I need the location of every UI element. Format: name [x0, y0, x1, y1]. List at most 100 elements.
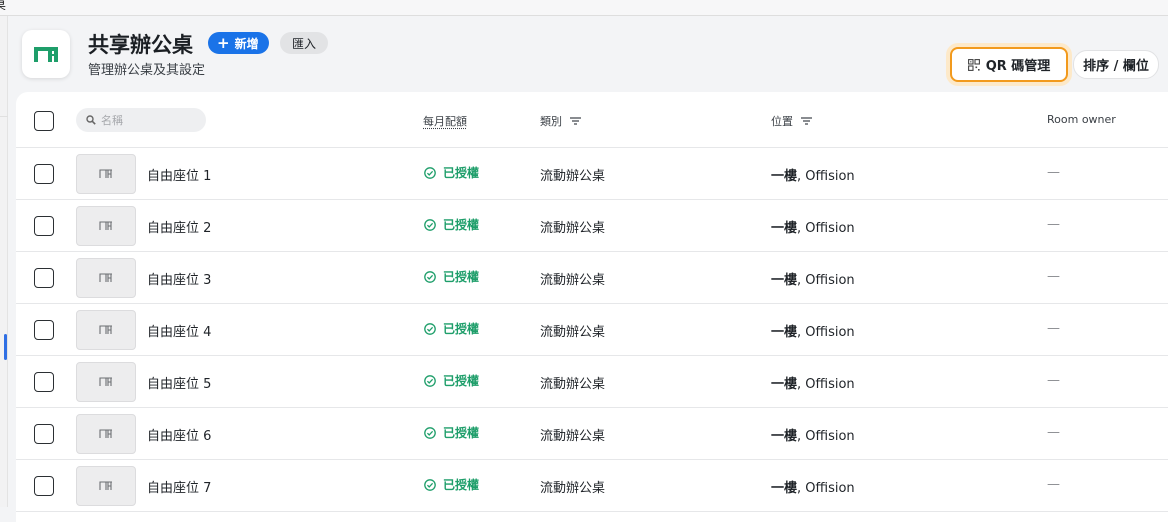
- desk-building: , Offision: [797, 169, 855, 184]
- desk-floor: 一樓: [771, 377, 798, 392]
- row-checkbox[interactable]: [34, 424, 54, 444]
- import-button[interactable]: 匯入: [280, 32, 329, 54]
- desk-thumbnail: [76, 154, 136, 194]
- check-circle-icon: [424, 426, 436, 439]
- table-row[interactable]: 自由座位 2 已授權 流動辦公桌 一樓, Offision —: [16, 200, 1168, 252]
- sidebar-divider: [0, 116, 8, 117]
- sort-columns-button-label: 排序 / 欄位: [1083, 59, 1149, 74]
- select-all-checkbox[interactable]: [34, 111, 54, 131]
- column-header-location[interactable]: 位置: [771, 113, 812, 129]
- room-owner: —: [1047, 217, 1060, 232]
- desk-floor: 一樓: [771, 481, 798, 496]
- top-bar: 桌: [0, 0, 1168, 16]
- qr-management-button-label: QR 碼管理: [985, 59, 1051, 74]
- status-badge: 已授權: [424, 320, 479, 337]
- desk-location: 一樓, Offision: [771, 373, 855, 392]
- row-checkbox[interactable]: [34, 372, 54, 392]
- desk-icon: [99, 273, 112, 282]
- desk-category: 流動辦公桌: [540, 377, 606, 392]
- desk-thumbnail: [76, 310, 136, 350]
- desk-thumbnail: [76, 466, 136, 506]
- table-row[interactable]: 自由座位 7 已授權 流動辦公桌 一樓, Offision —: [16, 460, 1168, 512]
- desk-name[interactable]: 自由座位 2: [147, 217, 211, 236]
- row-checkbox[interactable]: [34, 216, 54, 236]
- table-row[interactable]: 自由座位 4 已授權 流動辦公桌 一樓, Offision —: [16, 304, 1168, 356]
- room-owner: —: [1047, 269, 1060, 284]
- desk-floor: 一樓: [771, 429, 798, 444]
- status-label: 已授權: [443, 426, 480, 440]
- import-button-label: 匯入: [292, 36, 317, 51]
- status-badge: 已授權: [424, 372, 479, 389]
- desk-floor: 一樓: [771, 169, 798, 184]
- desk-thumbnail: [76, 258, 136, 298]
- desk-name[interactable]: 自由座位 7: [147, 477, 211, 496]
- room-owner: —: [1047, 373, 1060, 388]
- desk-building: , Offision: [797, 377, 855, 392]
- desk-building: , Offision: [797, 273, 855, 288]
- desk-name[interactable]: 自由座位 1: [147, 165, 211, 184]
- table-row[interactable]: 自由座位 5 已授權 流動辦公桌 一樓, Offision —: [16, 356, 1168, 408]
- desk-icon: [99, 169, 112, 178]
- row-checkbox[interactable]: [34, 268, 54, 288]
- desk-thumbnail: [76, 414, 136, 454]
- desk-icon: [99, 325, 112, 334]
- desk-building: , Offision: [797, 429, 855, 444]
- search-input[interactable]: [101, 113, 196, 127]
- desk-floor: 一樓: [771, 273, 798, 288]
- desk-location: 一樓, Offision: [771, 217, 855, 236]
- check-circle-icon: [424, 270, 436, 283]
- status-label: 已授權: [443, 322, 480, 336]
- desk-name[interactable]: 自由座位 4: [147, 321, 211, 340]
- sort-columns-button[interactable]: 排序 / 欄位: [1073, 50, 1159, 79]
- table-row[interactable]: 自由座位 3 已授權 流動辦公桌 一樓, Offision —: [16, 252, 1168, 304]
- status-label: 已授權: [443, 166, 480, 180]
- status-label: 已授權: [443, 218, 480, 232]
- column-header-location-label: 位置: [771, 115, 793, 128]
- check-circle-icon: [424, 374, 436, 387]
- filter-icon[interactable]: [570, 117, 581, 125]
- column-header-category[interactable]: 類別: [540, 113, 581, 129]
- desk-thumbnail: [76, 362, 136, 402]
- desk-building: , Offision: [797, 221, 855, 236]
- desk-name[interactable]: 自由座位 6: [147, 425, 211, 444]
- room-owner: —: [1047, 165, 1060, 180]
- row-checkbox[interactable]: [34, 476, 54, 496]
- check-circle-icon: [424, 322, 436, 335]
- desk-location: 一樓, Offision: [771, 477, 855, 496]
- check-circle-icon: [424, 478, 436, 491]
- qr-code-icon: [967, 58, 980, 71]
- desk-name[interactable]: 自由座位 3: [147, 269, 211, 288]
- desk-category: 流動辦公桌: [540, 325, 606, 340]
- status-badge: 已授權: [424, 424, 479, 441]
- status-label: 已授權: [443, 374, 480, 388]
- sidebar-active-indicator: [4, 334, 7, 360]
- desk-category: 流動辦公桌: [540, 273, 606, 288]
- desk-category: 流動辦公桌: [540, 429, 606, 444]
- desk-location: 一樓, Offision: [771, 321, 855, 340]
- room-owner: —: [1047, 477, 1060, 492]
- desk-table: 每月配額 類別 位置 Room owner: [16, 92, 1168, 522]
- desk-icon: [99, 429, 112, 438]
- column-header-quota[interactable]: 每月配額: [423, 113, 467, 129]
- desk-floor: 一樓: [771, 221, 798, 236]
- room-owner: —: [1047, 321, 1060, 336]
- row-checkbox[interactable]: [34, 164, 54, 184]
- desk-building: , Offision: [797, 325, 855, 340]
- room-owner: —: [1047, 425, 1060, 440]
- status-label: 已授權: [443, 478, 480, 492]
- table-row[interactable]: 自由座位 1 已授權 流動辦公桌 一樓, Offision —: [16, 148, 1168, 200]
- filter-icon[interactable]: [801, 117, 812, 125]
- page-title: 共享辦公桌: [88, 33, 193, 57]
- status-badge: 已授權: [424, 164, 479, 181]
- add-desk-button-label: 新增: [234, 36, 259, 51]
- column-header-quota-label: 每月配額: [423, 115, 467, 128]
- table-row[interactable]: 自由座位 6 已授權 流動辦公桌 一樓, Offision —: [16, 408, 1168, 460]
- page-subtitle: 管理辦公桌及其設定: [88, 63, 206, 78]
- desk-building: , Offision: [797, 481, 855, 496]
- qr-management-button[interactable]: QR 碼管理: [950, 47, 1068, 82]
- add-desk-button[interactable]: + 新增: [208, 32, 269, 54]
- desk-name[interactable]: 自由座位 5: [147, 373, 211, 392]
- column-header-owner[interactable]: Room owner: [1047, 113, 1116, 126]
- desk-floor: 一樓: [771, 325, 798, 340]
- row-checkbox[interactable]: [34, 320, 54, 340]
